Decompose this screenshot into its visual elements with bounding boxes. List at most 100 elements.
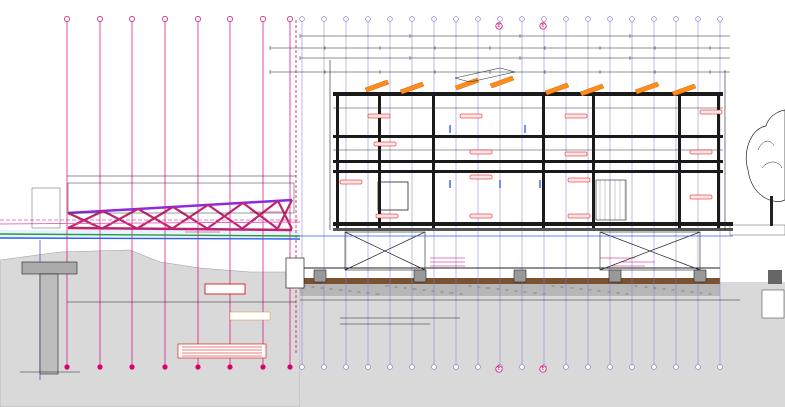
- gravel-dot: [368, 292, 370, 294]
- level-tag: [689, 194, 713, 200]
- level-tag: [469, 213, 493, 219]
- level-tag: [469, 174, 493, 180]
- gravel-dot: [646, 286, 648, 288]
- grid-marker-bottom: [431, 364, 437, 370]
- level-tag: [564, 151, 588, 157]
- grid-marker-top: [651, 16, 657, 22]
- gravel-dot: [498, 288, 500, 290]
- gravel-dot: [387, 285, 389, 287]
- building-column: [592, 92, 595, 228]
- level-tag: [375, 213, 399, 219]
- level-tag: [689, 149, 713, 155]
- drawing-canvas: E E E E: [0, 0, 785, 407]
- building-column: [678, 92, 681, 228]
- gravel-dot: [516, 290, 518, 292]
- level-tag: [567, 213, 591, 219]
- bridge-canopy-frame: [67, 182, 295, 214]
- level-tag: [339, 179, 363, 185]
- grid-marker-top: [453, 16, 459, 22]
- gravel-dot: [322, 287, 324, 289]
- grid-marker-top: [409, 16, 415, 22]
- grid-marker-bottom: [64, 364, 70, 370]
- grid-marker-bottom: [365, 364, 371, 370]
- level-tag: [373, 141, 397, 147]
- roof-solar-panel: [489, 75, 515, 89]
- level-tag: [564, 113, 588, 119]
- foundation-pad: [693, 269, 707, 283]
- gravel-dot: [581, 288, 583, 290]
- grid-circle-label-1: E: [497, 23, 500, 29]
- ground-right: [300, 282, 785, 407]
- mid-slab: [333, 160, 723, 163]
- grid-marker-top: [497, 16, 503, 22]
- grid-marker-bottom: [673, 364, 679, 370]
- grid-circle-label-2: E: [541, 23, 544, 29]
- building-column: [378, 92, 381, 228]
- grid-marker-bottom: [651, 364, 657, 370]
- grid-marker-top: [321, 16, 327, 22]
- gravel-dot: [304, 285, 306, 287]
- building-column: [336, 92, 339, 228]
- building-column: [432, 92, 435, 228]
- grid-marker-top: [162, 16, 168, 22]
- grid-marker-bottom: [519, 364, 525, 370]
- pipe-blue: [0, 237, 301, 240]
- gravel-dot: [479, 286, 481, 288]
- grid-marker-bottom: [129, 364, 135, 370]
- grid-marker-bottom: [409, 364, 415, 370]
- gravel-band: [300, 284, 720, 296]
- grid-marker-bottom: [453, 364, 459, 370]
- grid-marker-bottom: [321, 364, 327, 370]
- grid-marker-top: [365, 16, 371, 22]
- grid-marker-top: [343, 16, 349, 22]
- gravel-dot: [664, 288, 666, 290]
- foundation-pad: [608, 269, 622, 283]
- foundation-pad: [413, 269, 427, 283]
- gravel-dot: [488, 287, 490, 289]
- level-tag: [699, 109, 723, 115]
- grid-marker-top: [227, 16, 233, 22]
- grid-marker-top: [97, 16, 103, 22]
- building-column: [542, 92, 545, 228]
- gravel-dot: [701, 292, 703, 294]
- level-tag: [469, 149, 493, 155]
- gravel-dot: [655, 287, 657, 289]
- grid-marker-top: [541, 16, 547, 22]
- roof-solar-panel: [364, 79, 390, 93]
- gravel-dot: [618, 292, 620, 294]
- grid-bottom-label-2: E: [541, 366, 544, 372]
- grid-marker-bottom: [629, 364, 635, 370]
- upper-slab: [333, 135, 723, 138]
- tree-trunk: [770, 196, 773, 226]
- grid-bottom-label-1: E: [497, 366, 500, 372]
- gravel-dot: [590, 289, 592, 291]
- grid-marker-bottom: [563, 364, 569, 370]
- gravel-dot: [415, 288, 417, 290]
- roof-solar-panel: [454, 77, 480, 91]
- grid-marker-bottom: [585, 364, 591, 370]
- grid-marker-top: [607, 16, 613, 22]
- level-tag: [567, 177, 591, 183]
- grid-marker-top: [431, 16, 437, 22]
- window-frame: [377, 181, 409, 211]
- grid-marker-top: [673, 16, 679, 22]
- grid-marker-bottom: [227, 364, 233, 370]
- gravel-dot: [572, 287, 574, 289]
- grid-marker-bottom: [299, 364, 305, 370]
- gravel-dot: [673, 289, 675, 291]
- gravel-dot: [470, 285, 472, 287]
- gravel-dot: [710, 293, 712, 295]
- pipe-pink: [0, 221, 301, 225]
- slab-under: [333, 228, 733, 231]
- gravel-dot: [544, 293, 546, 295]
- grid-marker-top: [585, 16, 591, 22]
- grid-marker-top: [519, 16, 525, 22]
- gravel-dot: [359, 291, 361, 293]
- gravel-dot: [442, 291, 444, 293]
- roof-slab: [333, 92, 723, 96]
- ground-slab: [333, 222, 733, 226]
- gravel-dot: [525, 291, 527, 293]
- gravel-dot: [331, 288, 333, 290]
- grid-marker-bottom: [387, 364, 393, 370]
- grid-marker-bottom: [287, 364, 293, 370]
